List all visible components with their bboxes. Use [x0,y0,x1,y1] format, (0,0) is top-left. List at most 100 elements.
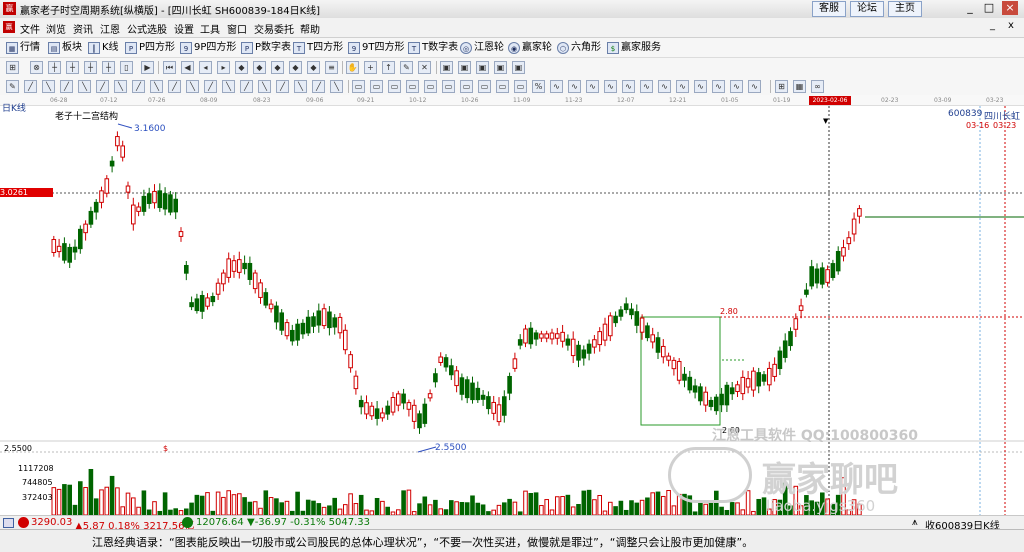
rect-8-icon[interactable]: ▭ [478,80,491,93]
plus-icon[interactable]: + [364,61,377,74]
line-11-icon[interactable]: ╱ [204,80,217,93]
rect-3-icon[interactable]: ▭ [388,80,401,93]
prev-icon[interactable]: ◀ [181,61,194,74]
sector-button[interactable]: ▤ 板块 [48,40,82,55]
hexagon-button[interactable]: ⬡ 六角形 [557,40,601,55]
line-13-icon[interactable]: ╱ [240,80,253,93]
quotes-button[interactable]: ▦ 行情 [6,40,40,55]
9t-square-button[interactable]: 9 9T四方形 [348,40,404,55]
percent-icon[interactable]: % [532,80,545,93]
cross-icon[interactable]: ✕ [418,61,431,74]
p-table-button[interactable]: P P数字表 [241,40,291,55]
marker-tool-icon[interactable]: ▯ [120,61,133,74]
wave-3-icon[interactable]: ∿ [586,80,599,93]
line-9-icon[interactable]: ╱ [168,80,181,93]
wave-11-icon[interactable]: ∿ [730,80,743,93]
back-icon[interactable]: ◂ [199,61,212,74]
line-1-icon[interactable]: ╱ [24,80,37,93]
cross-tool-icon[interactable]: ┼ [102,61,115,74]
line-18-icon[interactable]: ╲ [330,80,343,93]
wave-9-icon[interactable]: ∿ [694,80,707,93]
hand-icon[interactable]: ✋ [346,61,359,74]
rect-6-icon[interactable]: ▭ [442,80,455,93]
wave-8-icon[interactable]: ∿ [676,80,689,93]
infinity-icon[interactable]: ∞ [811,80,824,93]
forum-button[interactable]: 论坛 [850,1,884,17]
diamond-1-icon[interactable]: ◆ [235,61,248,74]
first-icon[interactable]: ⏮ [163,61,176,74]
pane-3-icon[interactable]: ▣ [476,61,489,74]
line-4-icon[interactable]: ╲ [78,80,91,93]
menu-window[interactable]: 窗口 [227,21,247,36]
wave-12-icon[interactable]: ∿ [748,80,761,93]
arrow-up-icon[interactable]: ↑ [382,61,395,74]
pane-5-icon[interactable]: ▣ [512,61,525,74]
menu-tools[interactable]: 工具 [200,21,220,36]
rect-5-icon[interactable]: ▭ [424,80,437,93]
kline-tool-icon[interactable]: ┼ [48,61,61,74]
menu-formula[interactable]: 公式选股 [127,21,167,36]
wave-5-icon[interactable]: ∿ [622,80,635,93]
diamond-5-icon[interactable]: ◆ [307,61,320,74]
list-icon[interactable]: ≡ [325,61,338,74]
grid-view-icon[interactable]: ⊞ [775,80,788,93]
wave-10-icon[interactable]: ∿ [712,80,725,93]
line-5-icon[interactable]: ╱ [96,80,109,93]
wave-2-icon[interactable]: ∿ [568,80,581,93]
line-12-icon[interactable]: ╲ [222,80,235,93]
bar-tool-icon[interactable]: ┼ [66,61,79,74]
line-17-icon[interactable]: ╱ [312,80,325,93]
line-3-icon[interactable]: ╱ [60,80,73,93]
maximize-button[interactable]: □ [981,1,997,15]
gann-wheel-button[interactable]: ◎ 江恩轮 [460,40,504,55]
bar2-tool-icon[interactable]: ┼ [84,61,97,74]
line-6-icon[interactable]: ╲ [114,80,127,93]
rect-10-icon[interactable]: ▭ [514,80,527,93]
kline-button[interactable]: ┃ K线 [88,40,119,55]
line-10-icon[interactable]: ╲ [186,80,199,93]
t-table-button[interactable]: T T数字表 [408,40,458,55]
flag-icon[interactable]: ▶ [141,61,154,74]
diamond-3-icon[interactable]: ◆ [271,61,284,74]
homepage-button[interactable]: 主页 [888,1,922,17]
line-16-icon[interactable]: ╲ [294,80,307,93]
wave-1-icon[interactable]: ∿ [550,80,563,93]
pane-4-icon[interactable]: ▣ [494,61,507,74]
line-7-icon[interactable]: ╱ [132,80,145,93]
menu-browse[interactable]: 浏览 [46,21,66,36]
service-button[interactable]: 客服 [812,1,846,17]
line-8-icon[interactable]: ╲ [150,80,163,93]
winner-service-button[interactable]: $ 赢家服务 [607,40,661,55]
rect-9-icon[interactable]: ▭ [496,80,509,93]
9p-square-button[interactable]: 9 9P四方形 [180,40,236,55]
status-grid-icon[interactable] [3,518,14,528]
line-15-icon[interactable]: ╱ [276,80,289,93]
pen-icon[interactable]: ✎ [6,80,19,93]
next-icon[interactable]: ▸ [217,61,230,74]
wave-6-icon[interactable]: ∿ [640,80,653,93]
sub-close-button[interactable]: x [1008,20,1014,31]
wave-4-icon[interactable]: ∿ [604,80,617,93]
minimize-button[interactable]: _ [962,1,978,15]
diamond-4-icon[interactable]: ◆ [289,61,302,74]
zoom-icon[interactable]: ⊗ [30,61,43,74]
line-2-icon[interactable]: ╲ [42,80,55,93]
menu-settings[interactable]: 设置 [174,21,194,36]
p-square-button[interactable]: P P四方形 [125,40,175,55]
t-square-button[interactable]: T T四方形 [293,40,343,55]
pane-1-icon[interactable]: ▣ [440,61,453,74]
rect-2-icon[interactable]: ▭ [370,80,383,93]
winner-wheel-button[interactable]: ◉ 赢家轮 [508,40,552,55]
menu-gann[interactable]: 江恩 [100,21,120,36]
menu-file[interactable]: 文件 [20,21,40,36]
close-button[interactable]: × [1002,1,1018,15]
pane-2-icon[interactable]: ▣ [458,61,471,74]
line-14-icon[interactable]: ╲ [258,80,271,93]
rect-7-icon[interactable]: ▭ [460,80,473,93]
wave-7-icon[interactable]: ∿ [658,80,671,93]
diamond-2-icon[interactable]: ◆ [253,61,266,74]
menu-help[interactable]: 帮助 [300,21,320,36]
rect-1-icon[interactable]: ▭ [352,80,365,93]
cursor-select-icon[interactable]: ⊞ [6,61,19,74]
sub-minimize-button[interactable]: _ [990,20,995,31]
